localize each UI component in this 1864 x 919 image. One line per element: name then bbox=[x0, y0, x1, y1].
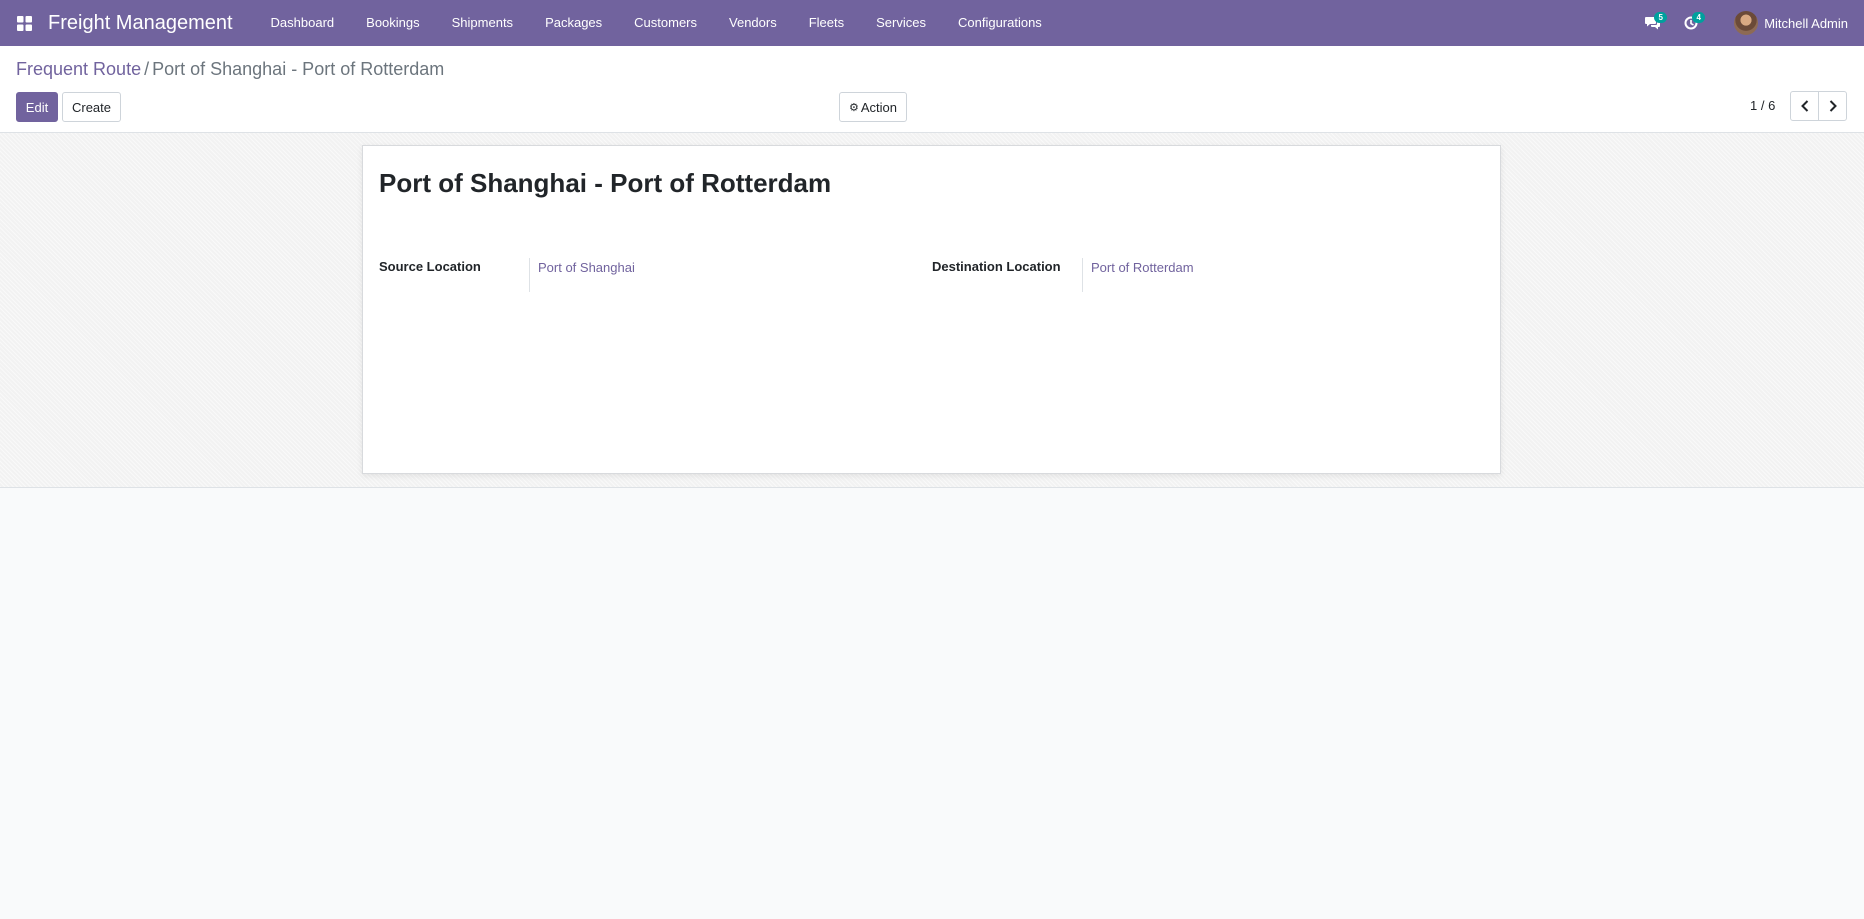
chevron-left-icon bbox=[1800, 100, 1808, 112]
menu-item-bookings[interactable]: Bookings bbox=[350, 0, 435, 46]
field-divider bbox=[1082, 258, 1083, 292]
top-navbar: Freight Management Dashboard Bookings Sh… bbox=[0, 0, 1864, 46]
edit-button[interactable]: Edit bbox=[16, 92, 58, 122]
menu-item-dashboard[interactable]: Dashboard bbox=[255, 0, 351, 46]
control-panel: Frequent Route / Port of Shanghai - Port o… bbox=[0, 46, 1864, 133]
source-location-link[interactable]: Port of Shanghai bbox=[538, 260, 635, 275]
menu-item-fleets[interactable]: Fleets bbox=[793, 0, 860, 46]
destination-location-label: Destination Location bbox=[932, 259, 1061, 274]
field-divider bbox=[529, 258, 530, 292]
source-location-label: Source Location bbox=[379, 259, 481, 274]
avatar bbox=[1734, 11, 1759, 35]
record-title: Port of Shanghai - Port of Rotterdam bbox=[379, 168, 832, 198]
action-button[interactable]: ⚙ Action bbox=[839, 92, 907, 122]
breadcrumb-current: Port of Shanghai - Port of Rotterdam bbox=[152, 59, 445, 79]
systray: 5 4 Mitchell Admin bbox=[1634, 0, 1864, 46]
apps-menu-icon[interactable] bbox=[0, 0, 48, 46]
chevron-right-icon bbox=[1829, 100, 1837, 112]
activities-button[interactable]: 4 bbox=[1672, 0, 1710, 46]
menu-item-shipments[interactable]: Shipments bbox=[436, 0, 529, 46]
pager-value[interactable]: 1 / 6 bbox=[1750, 98, 1775, 113]
pager-previous-button[interactable] bbox=[1790, 91, 1819, 121]
menu-item-vendors[interactable]: Vendors bbox=[713, 0, 793, 46]
menu-item-services[interactable]: Services bbox=[860, 0, 942, 46]
messages-button[interactable]: 5 bbox=[1634, 0, 1672, 46]
user-menu[interactable]: Mitchell Admin bbox=[1724, 0, 1864, 46]
menu-item-configurations[interactable]: Configurations bbox=[942, 0, 1058, 46]
gear-icon: ⚙ bbox=[848, 101, 859, 114]
menu-item-packages[interactable]: Packages bbox=[529, 0, 618, 46]
breadcrumb-parent-link[interactable]: Frequent Route bbox=[16, 59, 141, 79]
action-label: Action bbox=[860, 99, 897, 115]
activities-badge: 4 bbox=[1692, 12, 1706, 23]
user-name: Mitchell Admin bbox=[1764, 15, 1848, 31]
breadcrumb-separator: / bbox=[144, 59, 150, 79]
create-button[interactable]: Create bbox=[62, 92, 121, 122]
pager-next-button[interactable] bbox=[1818, 91, 1847, 121]
main-menu: Dashboard Bookings Shipments Packages Cu… bbox=[255, 0, 1058, 46]
messages-badge: 5 bbox=[1654, 12, 1668, 23]
destination-location-link[interactable]: Port of Rotterdam bbox=[1091, 260, 1194, 275]
app-title[interactable]: Freight Management bbox=[48, 12, 233, 35]
form-sheet: Port of Shanghai - Port of Rotterdam Sou… bbox=[362, 145, 1501, 474]
menu-item-customers[interactable]: Customers bbox=[618, 0, 713, 46]
breadcrumb: Frequent Route / Port of Shanghai - Port o… bbox=[16, 59, 444, 80]
